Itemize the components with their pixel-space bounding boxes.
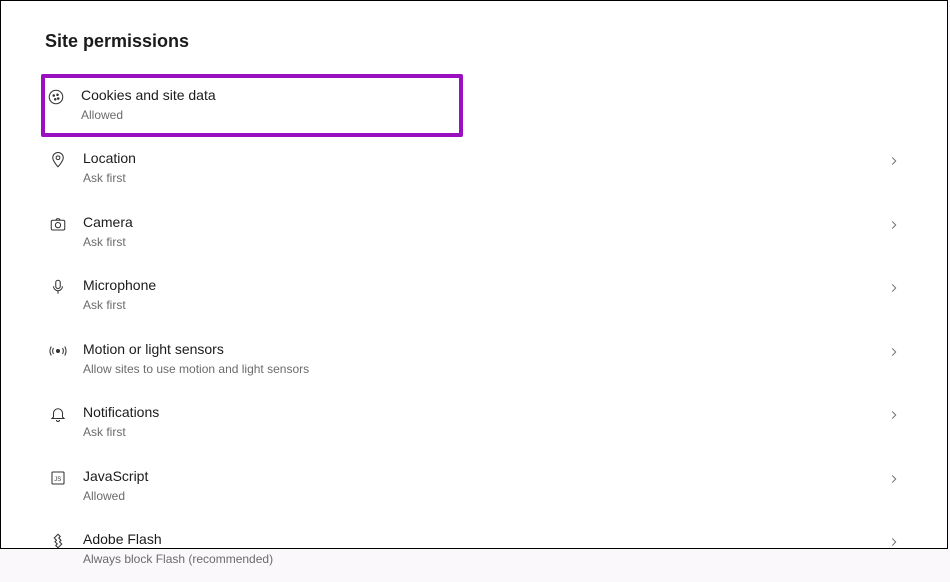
svg-text:JS: JS	[54, 477, 61, 483]
chevron-right-icon	[887, 535, 901, 549]
permission-title: Notifications	[83, 403, 159, 422]
cookie-icon	[45, 86, 67, 108]
permission-subtitle: Ask first	[83, 298, 156, 314]
chevron-right-icon	[887, 154, 901, 168]
chevron-right-icon	[887, 472, 901, 486]
chevron-right-icon	[887, 281, 901, 295]
permission-title: Location	[83, 149, 136, 168]
page-title: Site permissions	[45, 31, 903, 52]
permission-subtitle: Ask first	[83, 425, 159, 441]
permission-title: Camera	[83, 213, 133, 232]
permission-motion-sensors[interactable]: Motion or light sensors Allow sites to u…	[45, 328, 903, 391]
permission-microphone[interactable]: Microphone Ask first	[45, 264, 903, 327]
permission-subtitle: Ask first	[83, 171, 136, 187]
permission-location[interactable]: Location Ask first	[45, 137, 903, 200]
permission-title: JavaScript	[83, 467, 148, 486]
permission-title: Microphone	[83, 276, 156, 295]
permission-text: Adobe Flash Always block Flash (recommen…	[83, 530, 273, 567]
location-icon	[47, 149, 69, 171]
flash-icon	[47, 530, 69, 552]
permission-title: Adobe Flash	[83, 530, 273, 549]
javascript-icon: JS	[47, 467, 69, 489]
chevron-right-icon	[887, 408, 901, 422]
permission-text: Location Ask first	[83, 149, 136, 186]
permission-text: Notifications Ask first	[83, 403, 159, 440]
chevron-right-icon	[887, 345, 901, 359]
motion-icon	[47, 340, 69, 362]
permission-subtitle: Allow sites to use motion and light sens…	[83, 362, 309, 378]
camera-icon	[47, 213, 69, 235]
permission-subtitle: Always block Flash (recommended)	[83, 552, 273, 568]
permission-subtitle: Allowed	[83, 489, 148, 505]
permission-flash[interactable]: Adobe Flash Always block Flash (recommen…	[45, 518, 903, 581]
chevron-right-icon	[887, 218, 901, 232]
permissions-list: Cookies and site data Allowed Location A…	[45, 74, 903, 582]
permission-javascript[interactable]: JS JavaScript Allowed	[45, 455, 903, 518]
permission-subtitle: Ask first	[83, 235, 133, 251]
settings-page: Site permissions Cookies and site data A…	[0, 0, 948, 549]
permission-camera[interactable]: Camera Ask first	[45, 201, 903, 264]
permission-notifications[interactable]: Notifications Ask first	[45, 391, 903, 454]
permission-text: Camera Ask first	[83, 213, 133, 250]
permission-text: Microphone Ask first	[83, 276, 156, 313]
permission-subtitle: Allowed	[81, 108, 216, 124]
permission-text: Cookies and site data Allowed	[81, 86, 216, 123]
permission-title: Cookies and site data	[81, 86, 216, 105]
permission-text: Motion or light sensors Allow sites to u…	[83, 340, 309, 377]
permission-cookies[interactable]: Cookies and site data Allowed	[41, 74, 463, 137]
permission-title: Motion or light sensors	[83, 340, 309, 359]
permission-text: JavaScript Allowed	[83, 467, 148, 504]
bell-icon	[47, 403, 69, 425]
microphone-icon	[47, 276, 69, 298]
